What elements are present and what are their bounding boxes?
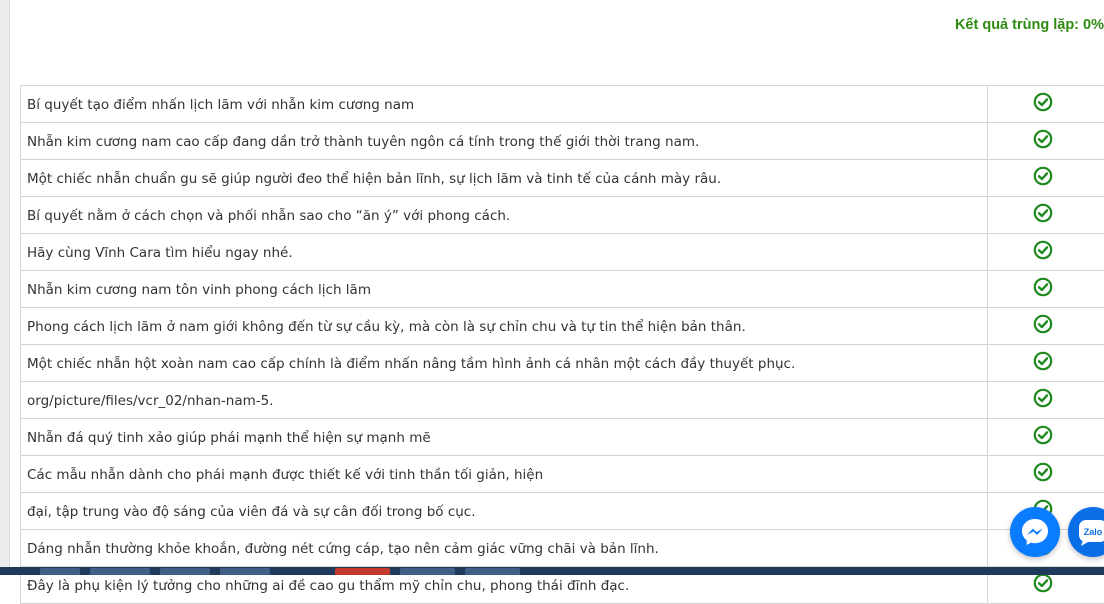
duplicate-result-label: Kết quả trùng lặp: 0% <box>955 17 1104 33</box>
status-cell <box>988 234 1104 271</box>
page-left-border <box>0 0 10 575</box>
sentence-check-table: Bí quyết tạo điểm nhấn lịch lãm với nhẫn… <box>20 85 1104 604</box>
sentence-cell: Nhẫn kim cương nam cao cấp đang dần trở … <box>21 123 988 160</box>
check-circle-icon <box>1033 166 1053 186</box>
taskbar-app-1[interactable] <box>40 568 80 575</box>
table-row: Nhẫn đá quý tinh xảo giúp phái mạnh thể … <box>21 419 1104 456</box>
check-circle-icon <box>1033 129 1053 149</box>
sentence-cell: Các mẫu nhẫn dành cho phái mạnh được thi… <box>21 456 988 493</box>
table-row: org/picture/files/vcr_02/nhan-nam-5. <box>21 382 1104 419</box>
table-row: Hãy cùng Vĩnh Cara tìm hiểu ngay nhé. <box>21 234 1104 271</box>
status-cell <box>988 308 1104 345</box>
os-taskbar <box>0 567 1104 575</box>
messenger-chat-button[interactable] <box>1010 507 1060 557</box>
table-row: Một chiếc nhẫn chuẩn gu sẽ giúp người đe… <box>21 160 1104 197</box>
table-row: Dáng nhẫn thường khỏe khoắn, đường nét c… <box>21 530 1104 567</box>
table-row: Bí quyết tạo điểm nhấn lịch lãm với nhẫn… <box>21 86 1104 123</box>
check-circle-icon <box>1033 388 1053 408</box>
status-cell <box>988 456 1104 493</box>
taskbar-app-3[interactable] <box>160 568 210 575</box>
sentence-cell: Hãy cùng Vĩnh Cara tìm hiểu ngay nhé. <box>21 234 988 271</box>
taskbar-app-2[interactable] <box>90 568 150 575</box>
results-table-body: Bí quyết tạo điểm nhấn lịch lãm với nhẫn… <box>21 86 1104 604</box>
taskbar-app-6[interactable] <box>400 568 455 575</box>
zalo-chat-button[interactable]: Zalo <box>1068 507 1104 557</box>
results-table: Bí quyết tạo điểm nhấn lịch lãm với nhẫn… <box>20 85 1104 604</box>
table-row: Một chiếc nhẫn hột xoàn nam cao cấp chín… <box>21 345 1104 382</box>
sentence-cell: Bí quyết nằm ở cách chọn và phối nhẫn sa… <box>21 197 988 234</box>
sentence-cell: Nhẫn kim cương nam tôn vinh phong cách l… <box>21 271 988 308</box>
check-circle-icon <box>1033 92 1053 112</box>
status-cell <box>988 123 1104 160</box>
table-row: Bí quyết nằm ở cách chọn và phối nhẫn sa… <box>21 197 1104 234</box>
sentence-cell: Một chiếc nhẫn chuẩn gu sẽ giúp người đe… <box>21 160 988 197</box>
sentence-cell: Một chiếc nhẫn hột xoàn nam cao cấp chín… <box>21 345 988 382</box>
check-circle-icon <box>1033 314 1053 334</box>
sentence-cell: org/picture/files/vcr_02/nhan-nam-5. <box>21 382 988 419</box>
check-circle-icon <box>1033 203 1053 223</box>
table-row: Nhẫn kim cương nam tôn vinh phong cách l… <box>21 271 1104 308</box>
taskbar-app-5[interactable] <box>335 568 390 575</box>
taskbar-app-4[interactable] <box>220 568 270 575</box>
check-circle-icon <box>1033 240 1053 260</box>
status-cell <box>988 160 1104 197</box>
table-row: Các mẫu nhẫn dành cho phái mạnh được thi… <box>21 456 1104 493</box>
status-cell <box>988 345 1104 382</box>
check-circle-icon <box>1033 277 1053 297</box>
check-circle-icon <box>1033 425 1053 445</box>
messenger-icon <box>1010 507 1060 557</box>
check-circle-icon <box>1033 351 1053 371</box>
table-row: đại, tập trung vào độ sáng của viên đá v… <box>21 493 1104 530</box>
check-circle-icon <box>1033 573 1053 593</box>
table-row: Phong cách lịch lãm ở nam giới không đến… <box>21 308 1104 345</box>
zalo-icon: Zalo <box>1068 507 1104 557</box>
zalo-icon-label: Zalo <box>1084 527 1103 537</box>
check-circle-icon <box>1033 462 1053 482</box>
taskbar-app-7[interactable] <box>465 568 520 575</box>
sentence-cell: Dáng nhẫn thường khỏe khoắn, đường nét c… <box>21 530 988 567</box>
sentence-cell: Phong cách lịch lãm ở nam giới không đến… <box>21 308 988 345</box>
table-row: Nhẫn kim cương nam cao cấp đang dần trở … <box>21 123 1104 160</box>
status-cell <box>988 86 1104 123</box>
sentence-cell: Nhẫn đá quý tinh xảo giúp phái mạnh thể … <box>21 419 988 456</box>
status-cell <box>988 382 1104 419</box>
sentence-cell: Bí quyết tạo điểm nhấn lịch lãm với nhẫn… <box>21 86 988 123</box>
sentence-cell: đại, tập trung vào độ sáng của viên đá v… <box>21 493 988 530</box>
status-cell <box>988 419 1104 456</box>
status-cell <box>988 271 1104 308</box>
status-cell <box>988 197 1104 234</box>
